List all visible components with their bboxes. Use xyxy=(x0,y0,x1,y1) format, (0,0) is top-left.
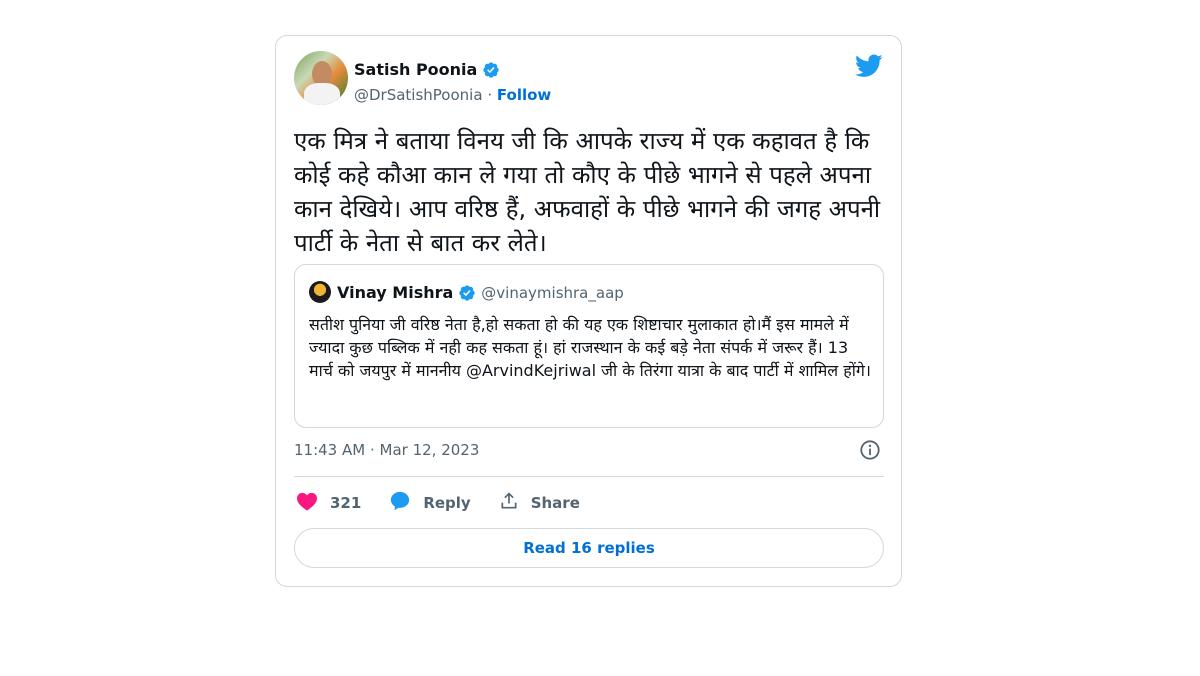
author-name-row[interactable]: Satish Poonia xyxy=(354,60,500,79)
twitter-bird-icon[interactable] xyxy=(855,54,883,82)
read-replies-button[interactable]: Read 16 replies xyxy=(294,528,884,568)
reply-label: Reply xyxy=(423,494,471,512)
tweet-timestamp[interactable]: 11:43 AM · Mar 12, 2023 xyxy=(294,441,479,459)
like-button[interactable]: 321 xyxy=(296,491,361,515)
author-name[interactable]: Satish Poonia xyxy=(354,60,477,79)
quoted-author-row: Vinay Mishra @vinaymishra_aap xyxy=(337,283,624,302)
author-handle-line: @DrSatishPoonia · Follow xyxy=(354,86,551,104)
follow-link[interactable]: Follow xyxy=(497,86,551,104)
share-upload-icon xyxy=(499,491,519,515)
like-count: 321 xyxy=(330,494,362,512)
quoted-tweet-text: सतीश पुनिया जी वरिष्ठ नेता है,हो सकता हो… xyxy=(309,315,871,380)
reply-button[interactable]: Reply xyxy=(389,490,471,516)
tweet-actions: 321 Reply Share xyxy=(296,488,608,518)
share-button[interactable]: Share xyxy=(499,491,580,515)
embedded-tweet-card: Satish Poonia @DrSatishPoonia · Follow ए… xyxy=(275,35,902,587)
quoted-author-handle: @vinaymishra_aap xyxy=(481,283,624,302)
speech-bubble-icon xyxy=(389,490,411,516)
quoted-author-name: Vinay Mishra xyxy=(337,283,454,302)
avatar-body xyxy=(304,83,340,105)
info-icon[interactable] xyxy=(859,439,881,465)
author-avatar[interactable] xyxy=(294,51,348,105)
verified-badge-icon xyxy=(458,284,476,302)
divider xyxy=(294,476,884,477)
verified-badge-icon xyxy=(482,61,500,79)
author-handle[interactable]: @DrSatishPoonia xyxy=(354,86,483,104)
heart-icon xyxy=(296,491,318,515)
share-label: Share xyxy=(530,494,580,512)
tweet-text: एक मित्र ने बताया विनय जी कि आपके राज्य … xyxy=(294,127,881,257)
quoted-tweet[interactable]: Vinay Mishra @vinaymishra_aap सतीश पुनिय… xyxy=(294,264,884,428)
quoted-author-avatar xyxy=(309,281,331,303)
handle-separator: · xyxy=(487,86,493,104)
